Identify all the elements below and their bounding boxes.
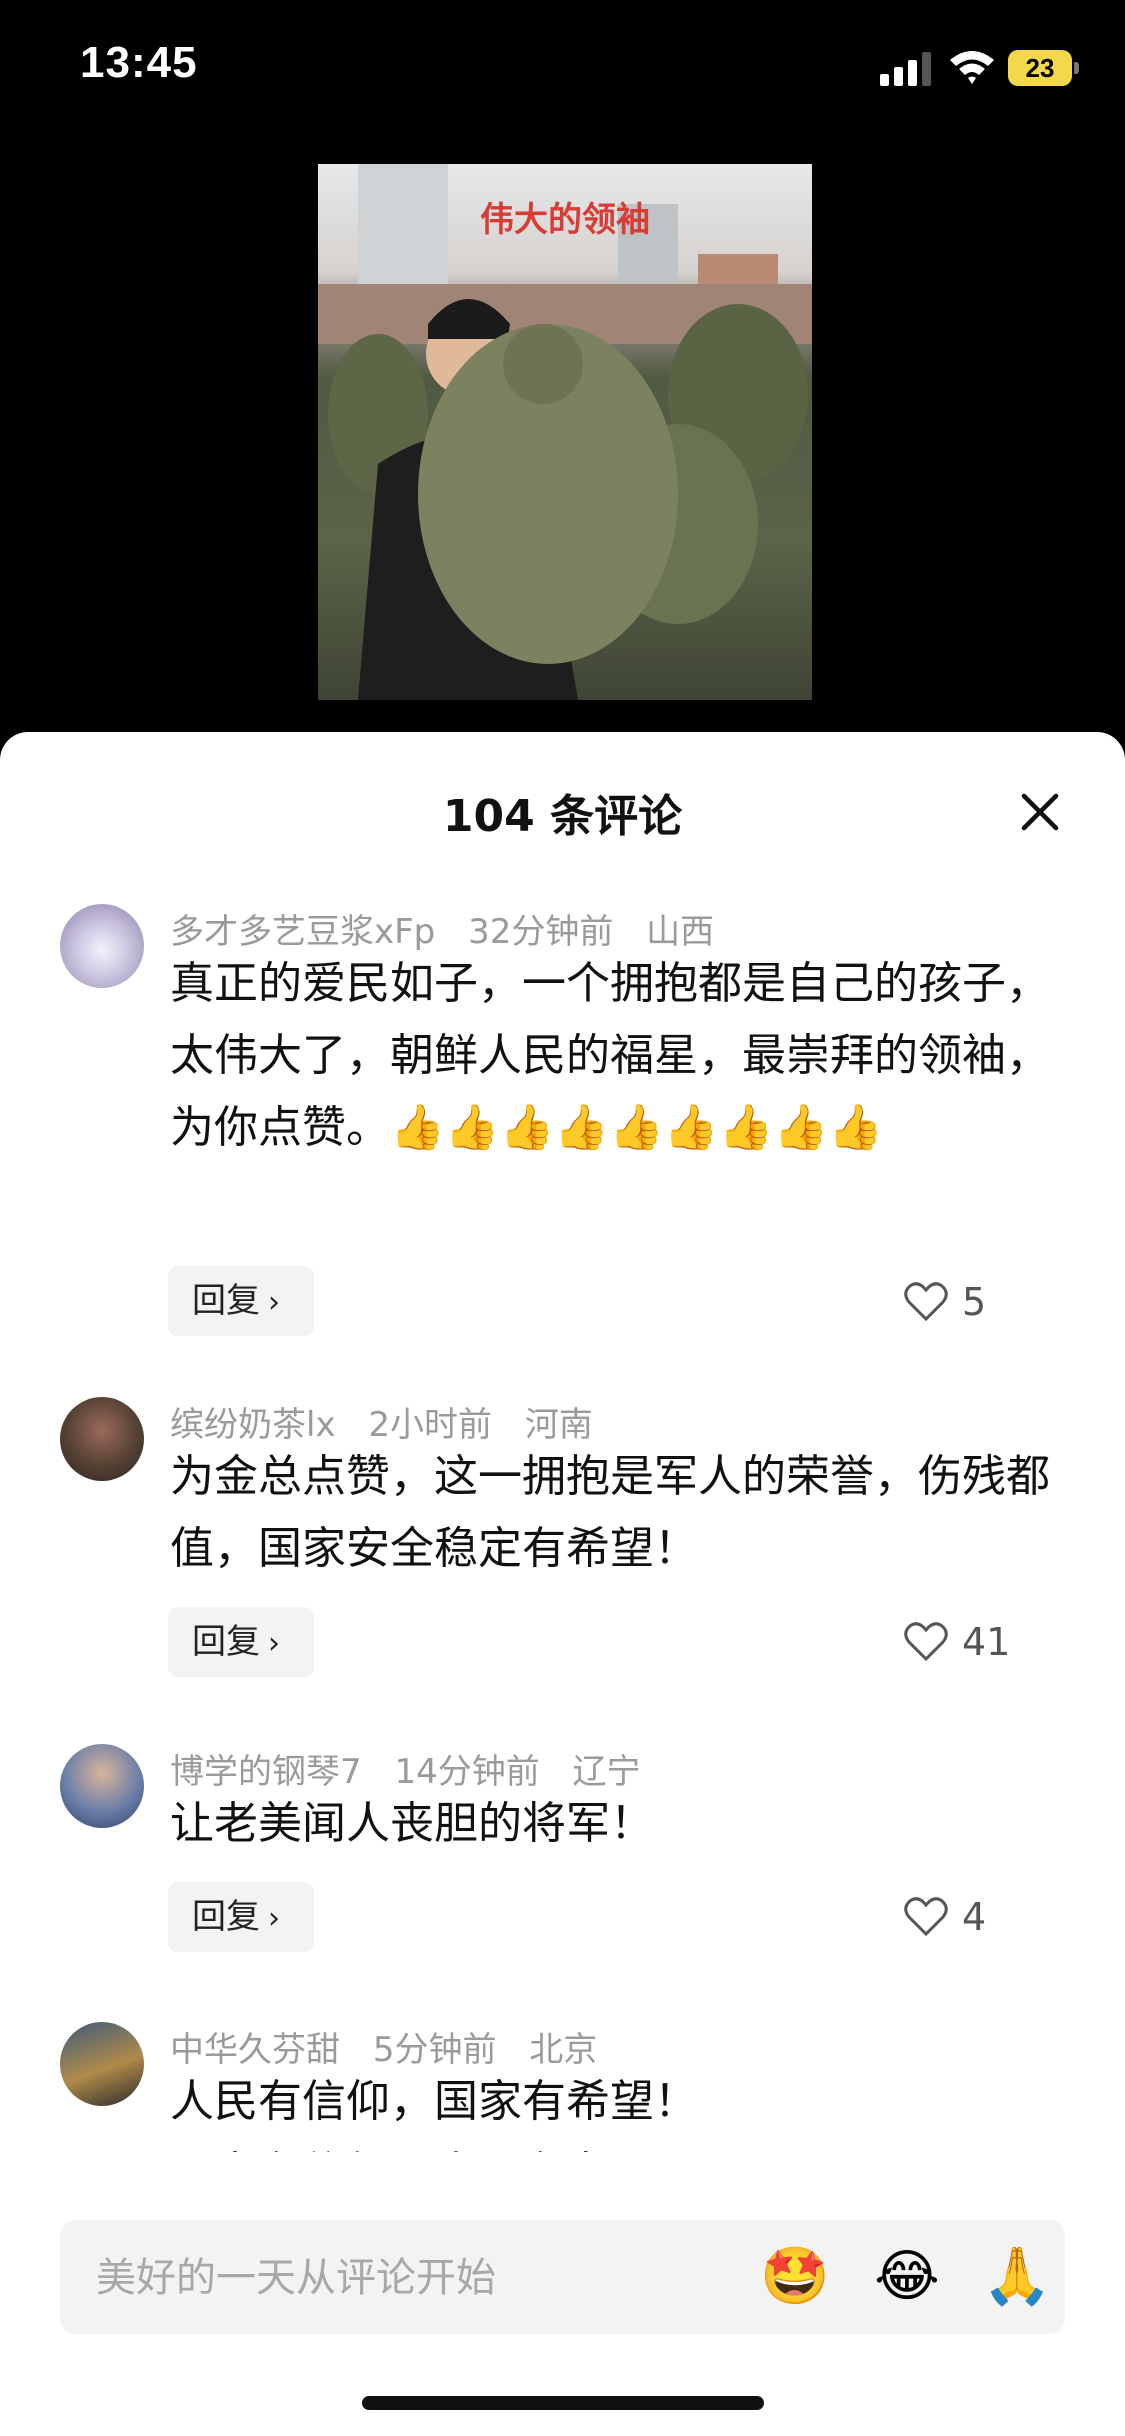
status-time: 13:45 (80, 38, 198, 87)
close-icon[interactable] (1018, 790, 1062, 834)
comment-username[interactable]: 中华久芬甜 (170, 2030, 340, 2070)
star-eyes-emoji-button[interactable]: 🤩 (760, 2242, 830, 2312)
comment-meta: 缤纷奶茶lx 2小时前 河南 (170, 1397, 615, 1446)
comment-location: 山西 (646, 912, 715, 952)
cellular-signal-icon (880, 52, 931, 86)
heart-icon (904, 1622, 948, 1662)
comment-username[interactable]: 多才多艺豆浆xFp (170, 912, 435, 952)
reply-label: 回复 (192, 1897, 260, 1937)
comment-text: 让老美闻人丧胆的将军！ (170, 1798, 654, 1849)
avatar[interactable] (60, 904, 144, 988)
comment-meta: 中华久芬甜 5分钟前 北京 (170, 2022, 619, 2071)
wifi-icon (950, 51, 994, 84)
reply-button[interactable]: 回复 › (168, 1882, 314, 1952)
chevron-right-icon: › (268, 1901, 280, 1936)
video-caption: 伟大的领袖 (480, 200, 650, 240)
comment-time: 5分钟前 (372, 2030, 497, 2070)
home-indicator[interactable] (362, 2396, 764, 2410)
video-thumbnail[interactable]: 伟大的领袖 (318, 164, 812, 700)
heart-icon (904, 1282, 948, 1322)
thumbs-up-emoji-row: 👍👍👍👍👍👍👍👍👍 (390, 1102, 884, 1153)
comment-meta: 多才多艺豆浆xFp 32分钟前 山西 (170, 904, 736, 953)
video-scene-image (318, 164, 812, 700)
reply-label: 回复 (192, 1281, 260, 1321)
comment-location: 辽宁 (572, 1752, 641, 1792)
heart-icon (904, 1897, 948, 1937)
like-count: 5 (962, 1280, 987, 1324)
comments-count-title: 104 条评论 (442, 791, 683, 842)
comment-item: 缤纷奶茶lx 2小时前 河南 为金总点赞，这一拥抱是军人的荣誉，伤残都值，国家安… (0, 1397, 1125, 1697)
battery-level: 23 (1025, 53, 1055, 83)
status-bar: 13:45 23 (0, 0, 1125, 140)
comment-input[interactable] (60, 2220, 738, 2336)
comment-item: 博学的钢琴7 14分钟前 辽宁 让老美闻人丧胆的将军！ 回复 › 4 (0, 1744, 1125, 1984)
comment-location: 北京 (529, 2030, 598, 2070)
avatar[interactable] (60, 1744, 144, 1828)
comment-text: 人民有信仰，国家有希望！国家有信仰，人民有力量！ (170, 2076, 698, 2152)
comments-sheet: 104 条评论 多才多艺豆浆xFp 32分钟前 山西 真正的爱民如子，一个拥抱都… (0, 732, 1125, 2436)
comment-username[interactable]: 缤纷奶茶lx (170, 1405, 336, 1445)
reply-label: 回复 (192, 1622, 260, 1662)
reply-button[interactable]: 回复 › (168, 1607, 314, 1677)
comment-input-bar: 🤩 😂 🙏 (60, 2220, 1065, 2336)
comment-username[interactable]: 博学的钢琴7 (170, 1752, 362, 1792)
comment-time: 14分钟前 (394, 1752, 540, 1792)
avatar[interactable] (60, 2022, 144, 2106)
like-count: 4 (962, 1895, 987, 1939)
chevron-right-icon: › (268, 1626, 280, 1661)
laughing-crying-emoji-button[interactable]: 😂 (872, 2242, 942, 2312)
comment-text: 为金总点赞，这一拥抱是军人的荣誉，伤残都值，国家安全稳定有希望！ (170, 1451, 1050, 1574)
reply-button[interactable]: 回复 › (168, 1266, 314, 1336)
video-player[interactable]: 伟大的领袖 (0, 140, 1125, 740)
avatar[interactable] (60, 1397, 144, 1481)
comment-time: 2小时前 (368, 1405, 493, 1445)
comment-time: 32分钟前 (468, 912, 614, 952)
praying-hands-emoji-button[interactable]: 🙏 (982, 2242, 1052, 2312)
comment-meta: 博学的钢琴7 14分钟前 辽宁 (170, 1744, 663, 1793)
comment-location: 河南 (524, 1405, 593, 1445)
battery-indicator: 23 (1008, 50, 1079, 86)
comment-item: 中华久芬甜 5分钟前 北京 人民有信仰，国家有希望！国家有信仰，人民有力量！ (0, 2022, 1125, 2152)
like-count: 41 (962, 1620, 1011, 1664)
comment-text: 真正的爱民如子，一个拥抱都是自己的孩子，太伟大了，朝鲜人民的福星，最崇拜的领袖，… (170, 948, 1050, 1164)
chevron-right-icon: › (268, 1285, 280, 1320)
comment-item: 多才多艺豆浆xFp 32分钟前 山西 真正的爱民如子，一个拥抱都是自己的孩子，太… (0, 904, 1125, 1364)
